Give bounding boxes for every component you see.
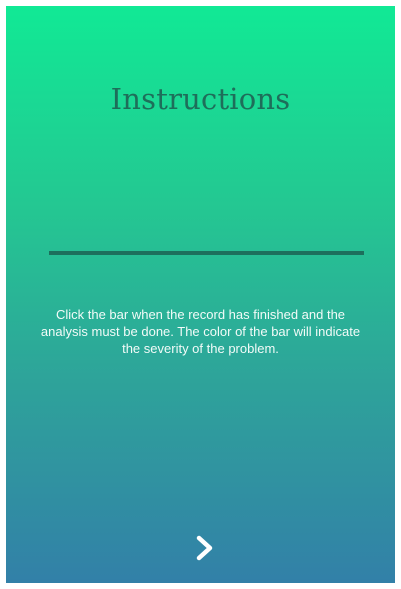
chevron-right-icon	[185, 528, 225, 568]
page-title: Instructions	[110, 82, 291, 116]
next-button[interactable]	[185, 528, 225, 568]
instructions-text: Click the bar when the record has finish…	[40, 307, 361, 356]
instructions-screen: Instructions Click the bar when the reco…	[6, 6, 395, 583]
record-bar[interactable]	[49, 251, 364, 255]
